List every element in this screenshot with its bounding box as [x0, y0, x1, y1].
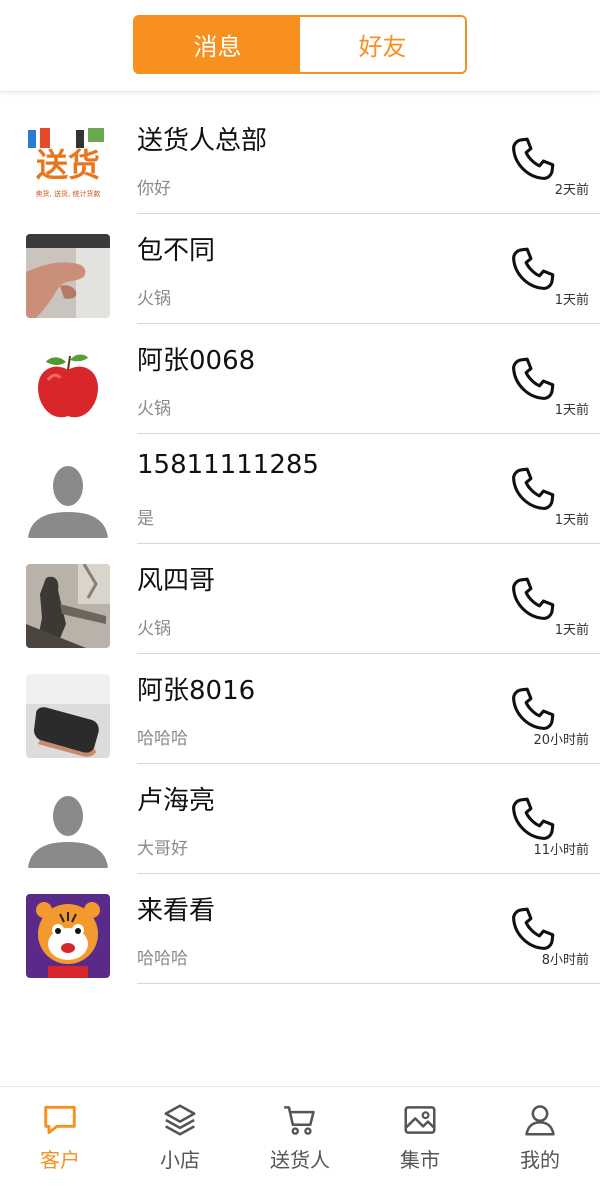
tab-me[interactable]: 我的 [480, 1087, 600, 1198]
divider [137, 983, 600, 984]
layers-icon [164, 1104, 196, 1136]
tab-label: 客户 [40, 1148, 80, 1172]
phone-icon[interactable] [508, 244, 558, 294]
avatar[interactable] [26, 674, 110, 758]
contact-name: 15811111285 [137, 450, 319, 480]
svg-text:卖货, 送货, 统计货款: 卖货, 送货, 统计货款 [36, 189, 101, 198]
tab-messages[interactable]: 消息 [135, 17, 300, 72]
avatar[interactable] [26, 454, 110, 538]
avatar[interactable] [26, 234, 110, 318]
list-item[interactable]: 送货 卖货, 送货, 统计货款 送货人总部 你好 2天前 [0, 104, 600, 214]
tab-customers[interactable]: 客户 [0, 1087, 120, 1198]
message-preview: 火锅 [137, 289, 171, 309]
tab-label: 小店 [160, 1148, 200, 1172]
message-preview: 哈哈哈 [137, 949, 188, 969]
tab-label: 送货人 [270, 1148, 330, 1172]
message-preview: 是 [137, 509, 154, 529]
list-item[interactable]: 阿张0068 火锅 1天前 [0, 324, 600, 434]
contact-name: 送货人总部 [137, 126, 268, 156]
timestamp: 20小时前 [533, 733, 589, 748]
contact-name: 来看看 [137, 896, 216, 926]
message-preview: 大哥好 [137, 839, 188, 859]
tab-label: 集市 [400, 1148, 440, 1172]
phone-icon[interactable] [508, 684, 558, 734]
tab-friends[interactable]: 好友 [300, 17, 465, 72]
timestamp: 11小时前 [533, 843, 589, 858]
contact-name: 卢海亮 [137, 786, 216, 816]
svg-text:送货: 送货 [36, 146, 100, 184]
timestamp: 1天前 [554, 403, 589, 418]
tab-shop[interactable]: 小店 [120, 1087, 240, 1198]
avatar[interactable] [26, 784, 110, 868]
avatar[interactable]: 送货 卖货, 送货, 统计货款 [26, 124, 110, 208]
message-preview: 你好 [137, 179, 171, 199]
contact-name: 风四哥 [137, 566, 216, 596]
list-item[interactable]: 卢海亮 大哥好 11小时前 [0, 764, 600, 874]
timestamp: 1天前 [554, 623, 589, 638]
tab-market[interactable]: 集市 [360, 1087, 480, 1198]
bottom-tab-bar: 客户 小店 送货人 集市 我的 [0, 1086, 600, 1198]
timestamp: 1天前 [554, 513, 589, 528]
user-icon [525, 1105, 555, 1136]
list-item[interactable]: 15811111285 是 1天前 [0, 434, 600, 544]
timestamp: 8小时前 [541, 953, 589, 968]
contact-name: 阿张8016 [137, 676, 256, 706]
tab-label: 我的 [520, 1148, 560, 1172]
timestamp: 2天前 [554, 183, 589, 198]
message-preview: 火锅 [137, 399, 171, 419]
tab-delivery[interactable]: 送货人 [240, 1087, 360, 1198]
phone-icon[interactable] [508, 794, 558, 844]
contact-name: 阿张0068 [137, 346, 256, 376]
cart-icon [284, 1106, 315, 1135]
avatar[interactable] [26, 344, 110, 428]
message-preview: 火锅 [137, 619, 171, 639]
phone-icon[interactable] [508, 354, 558, 404]
list-item[interactable]: 来看看 哈哈哈 8小时前 [0, 874, 600, 984]
phone-icon[interactable] [508, 134, 558, 184]
phone-icon[interactable] [508, 574, 558, 624]
phone-icon[interactable] [508, 904, 558, 954]
segmented-control: 消息 好友 [133, 15, 467, 74]
avatar[interactable] [26, 564, 110, 648]
avatar[interactable] [26, 894, 110, 978]
top-bar: 消息 好友 [0, 0, 600, 92]
image-icon [404, 1106, 436, 1134]
chat-icon [44, 1105, 76, 1135]
timestamp: 1天前 [554, 293, 589, 308]
list-item[interactable]: 包不同 火锅 1天前 [0, 214, 600, 324]
list-item[interactable]: 风四哥 火锅 1天前 [0, 544, 600, 654]
conversation-list: 送货 卖货, 送货, 统计货款 送货人总部 你好 2天前 包不同 火锅 1天前 … [0, 104, 600, 984]
contact-name: 包不同 [137, 236, 216, 266]
list-item[interactable]: 阿张8016 哈哈哈 20小时前 [0, 654, 600, 764]
message-preview: 哈哈哈 [137, 729, 188, 749]
phone-icon[interactable] [508, 464, 558, 514]
